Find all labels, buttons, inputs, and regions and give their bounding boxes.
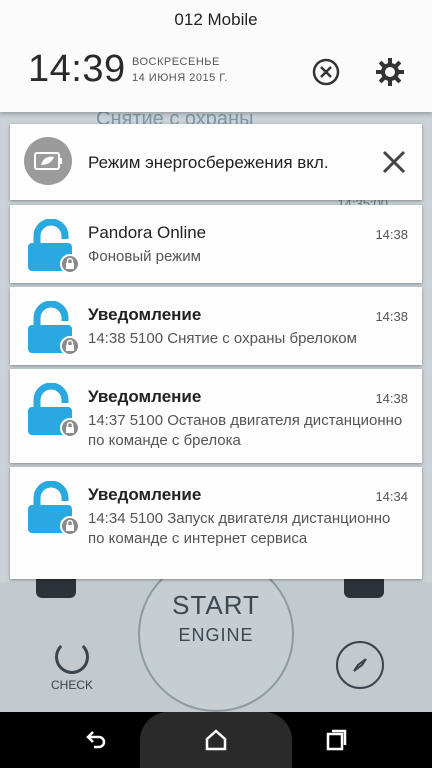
battery-leaf-icon [24, 137, 72, 185]
background-right-button [344, 576, 384, 598]
notification-time: 14:38 [375, 227, 408, 242]
notification-title: Уведомление [88, 305, 202, 324]
power-saving-text: Режим энергосбережения вкл. [88, 153, 329, 172]
check-icon [55, 640, 89, 674]
padlock-icon [24, 218, 80, 274]
notification-text: 14:38 5100 Снятие с охраны брелоком [88, 330, 357, 347]
notification-time: 14:34 [375, 489, 408, 504]
check-label: CHECK [50, 678, 93, 692]
clock: 14:39 [28, 48, 126, 90]
padlock-icon [24, 382, 80, 438]
compass-button[interactable] [336, 641, 384, 689]
notification-title: Уведомление [88, 387, 202, 406]
start-engine-label: START ENGINE [138, 590, 294, 646]
power-saving-dismiss-button[interactable] [374, 142, 414, 182]
nav-back-button[interactable] [76, 722, 116, 758]
power-saving-notification[interactable]: Режим энергосбережения вкл. [10, 124, 422, 200]
notification-text: 14:37 5100 Останов двигателя дистанционн… [88, 412, 403, 449]
date: 14 ИЮНЯ 2015 Г. [132, 72, 228, 84]
close-circle-icon [312, 58, 340, 86]
settings-button[interactable] [370, 52, 410, 92]
notification-item[interactable]: Уведомление 14:34 14:34 5100 Запуск двиг… [10, 467, 422, 579]
notification-item[interactable]: Уведомление 14:38 14:38 5100 Снятие с ох… [10, 287, 422, 365]
notification-time: 14:38 [375, 391, 408, 406]
background-left-button [36, 576, 76, 598]
notification-time: 14:38 [375, 309, 408, 324]
navigation-bar [0, 712, 432, 768]
carrier-name: 012 Mobile [174, 10, 258, 29]
engine-label: ENGINE [178, 625, 254, 645]
back-icon [86, 731, 106, 749]
compass-icon [353, 658, 367, 672]
notification-title: Pandora Online [88, 223, 207, 242]
gear-icon [376, 58, 404, 86]
padlock-icon [24, 480, 80, 536]
clear-all-button[interactable] [306, 52, 346, 92]
day-of-week: ВОСКРЕСЕНЬЕ [132, 56, 220, 68]
recents-icon [326, 729, 347, 751]
notification-title: Уведомление [88, 485, 202, 504]
notification-item[interactable]: Pandora Online 14:38 Фоновый режим [10, 205, 422, 283]
notification-text: Фоновый режим [88, 248, 201, 265]
nav-home-button[interactable] [196, 722, 236, 758]
notification-text: 14:34 5100 Запуск двигателя дистанционно… [88, 510, 391, 547]
notification-shade-header: 012 Mobile 14:39 ВОСКРЕСЕНЬЕ 14 ИЮНЯ 201… [0, 0, 432, 112]
home-icon [205, 729, 227, 751]
close-icon [382, 150, 406, 174]
start-label: START [172, 590, 260, 620]
check-button[interactable]: CHECK [48, 640, 96, 692]
notification-item[interactable]: Уведомление 14:38 14:37 5100 Останов дви… [10, 369, 422, 463]
nav-recents-button[interactable] [316, 722, 356, 758]
padlock-icon [24, 300, 80, 356]
